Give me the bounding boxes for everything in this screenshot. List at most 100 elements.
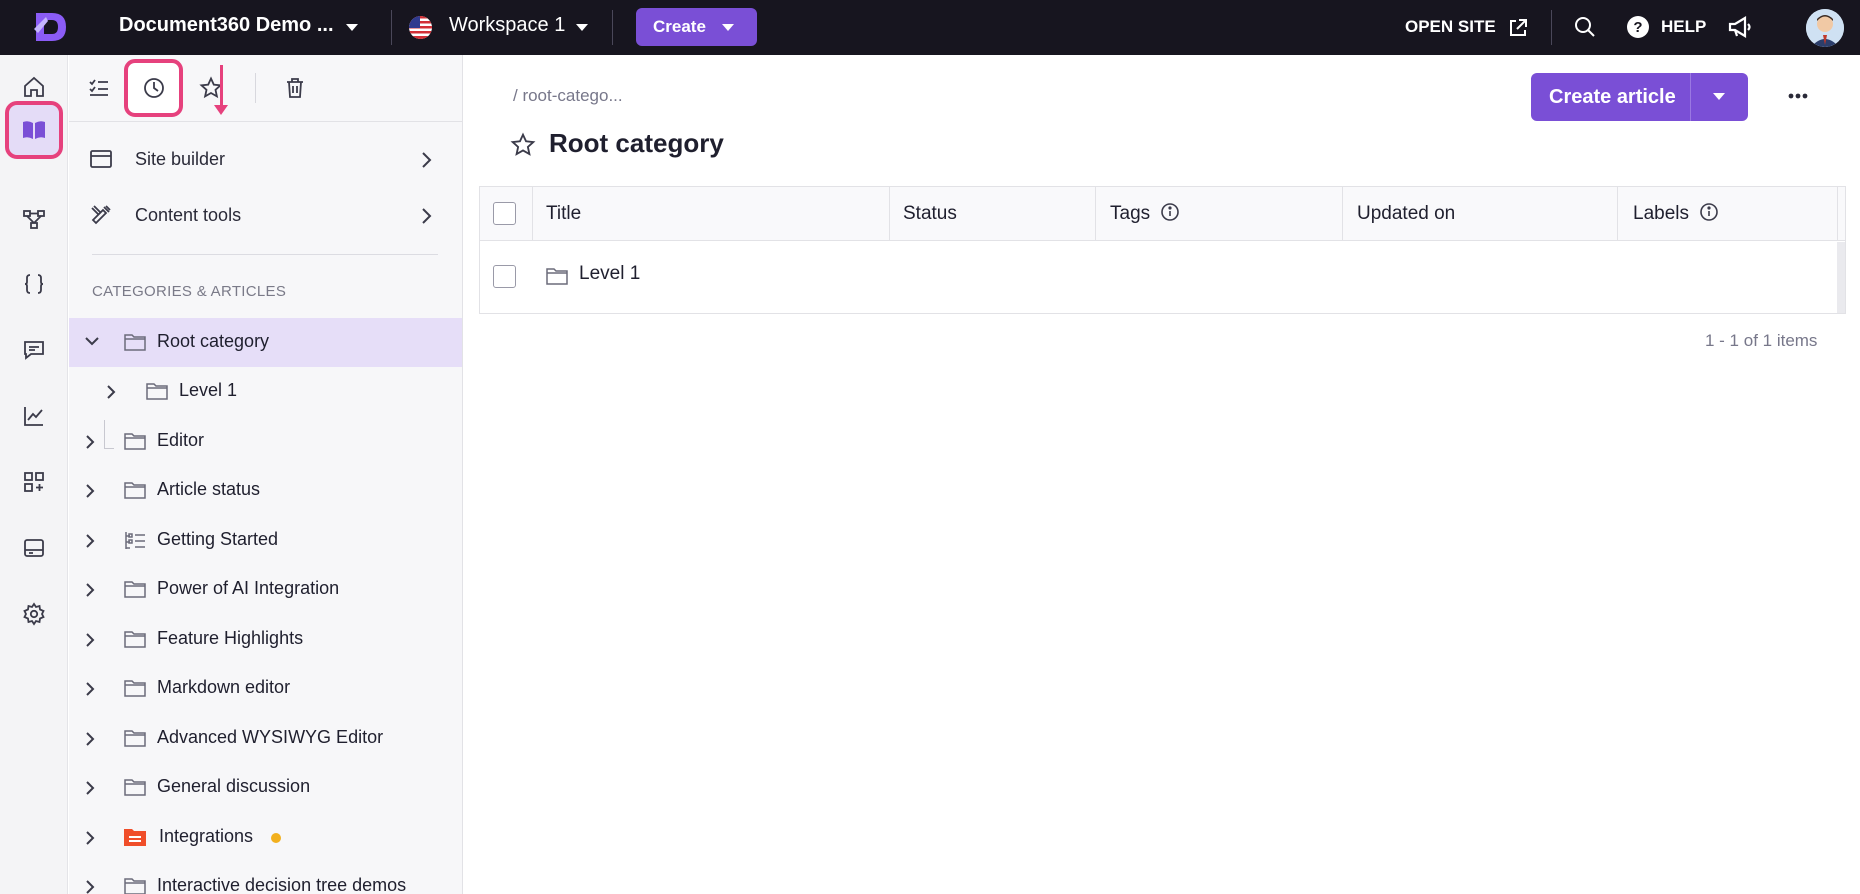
feedback-icon[interactable]: [14, 330, 54, 370]
chevron-right-icon[interactable]: [83, 632, 97, 653]
row-checkbox[interactable]: [493, 265, 516, 288]
select-all-checkbox[interactable]: [493, 202, 516, 225]
chevron-right-icon[interactable]: [104, 384, 118, 405]
create-article-label: Create article: [1549, 86, 1676, 108]
project-name[interactable]: Document360 Demo ...: [119, 14, 334, 37]
chevron-right-icon[interactable]: [83, 780, 97, 801]
create-article-dropdown-caret-icon[interactable]: [1713, 93, 1725, 100]
tree-item[interactable]: Interactive decision tree demos: [69, 862, 462, 894]
folder-icon: [145, 381, 169, 406]
tree-item[interactable]: Getting Started: [69, 516, 462, 565]
chevron-down-icon[interactable]: [83, 334, 101, 353]
annotation-arrow-head: [214, 105, 228, 115]
chevron-right-icon[interactable]: [83, 731, 97, 752]
integrations-icon[interactable]: [14, 462, 54, 502]
chevron-right-icon[interactable]: [83, 830, 97, 851]
tree-label: Interactive decision tree demos: [157, 875, 407, 894]
column-updated-on[interactable]: Updated on: [1343, 187, 1618, 241]
checklist-icon[interactable]: [80, 69, 118, 107]
table-row[interactable]: Level 1: [480, 242, 1845, 314]
tree-item[interactable]: Feature Highlights: [69, 615, 462, 664]
column-title[interactable]: Title: [533, 187, 890, 241]
help-link[interactable]: HELP: [1661, 17, 1706, 37]
help-icon[interactable]: ?: [1626, 15, 1650, 44]
chevron-right-icon[interactable]: [83, 434, 97, 455]
table-header: Title Status Tags Updated on Labels: [480, 187, 1845, 241]
chevron-right-icon[interactable]: [83, 681, 97, 702]
tree-item[interactable]: Advanced WYSIWYG Editor: [69, 714, 462, 763]
tree-label: Advanced WYSIWYG Editor: [157, 727, 384, 747]
button-divider: [1690, 73, 1691, 121]
info-icon[interactable]: [1160, 202, 1180, 227]
info-icon[interactable]: [1699, 202, 1719, 227]
book-icon[interactable]: [5, 101, 63, 159]
tree-item-root-category[interactable]: Root category: [69, 318, 462, 367]
create-dropdown-caret-icon: [721, 23, 734, 31]
project-dropdown-caret-icon[interactable]: [346, 24, 358, 31]
tree-item[interactable]: Integrations: [69, 813, 462, 862]
workspace-selector[interactable]: Workspace 1: [449, 14, 565, 37]
workflow-icon[interactable]: [14, 199, 54, 239]
column-tags[interactable]: Tags: [1096, 187, 1343, 241]
tree-label: Getting Started: [157, 529, 279, 549]
chevron-right-icon[interactable]: [83, 533, 97, 554]
tree-item-level-1[interactable]: Level 1: [69, 367, 462, 416]
more-options-icon[interactable]: [1782, 80, 1814, 112]
chevron-right-icon[interactable]: [83, 879, 97, 894]
tree-label: Root category: [157, 331, 270, 351]
tree-item[interactable]: Article status: [69, 466, 462, 515]
divider: [391, 10, 392, 45]
folder-icon: [545, 266, 569, 291]
chevron-right-icon[interactable]: [83, 582, 97, 603]
svg-text:?: ?: [1633, 19, 1642, 36]
tree-item[interactable]: Markdown editor: [69, 664, 462, 713]
column-labels[interactable]: Labels: [1618, 187, 1838, 241]
categories-sidebar: Site builder Content tools CATEGORIES & …: [69, 55, 463, 894]
menu-content-tools[interactable]: Content tools: [69, 190, 462, 240]
column-label: Labels: [1633, 203, 1689, 224]
home-icon[interactable]: [14, 67, 54, 107]
analytics-icon[interactable]: [14, 396, 54, 436]
menu-site-builder[interactable]: Site builder: [69, 134, 462, 184]
trash-icon[interactable]: [276, 69, 314, 107]
sidebar-divider: [92, 254, 438, 255]
tree-label: Level 1: [179, 380, 238, 400]
document360-logo[interactable]: [30, 7, 70, 47]
create-article-button[interactable]: Create article: [1531, 73, 1748, 121]
star-icon[interactable]: [192, 69, 230, 107]
column-label: Status: [903, 203, 957, 224]
user-avatar[interactable]: [1806, 9, 1844, 47]
column-status[interactable]: Status: [890, 187, 1096, 241]
folder-icon: [123, 480, 147, 505]
workspace-dropdown-caret-icon[interactable]: [576, 24, 588, 31]
settings-icon[interactable]: [14, 594, 54, 634]
us-flag-icon: [409, 16, 432, 39]
tree-label: Integrations: [159, 826, 254, 846]
clock-icon[interactable]: [124, 59, 183, 117]
search-icon[interactable]: [1573, 15, 1597, 44]
external-link-icon[interactable]: [1507, 17, 1529, 44]
top-bar: Document360 Demo ... Workspace 1 Create …: [0, 0, 1860, 55]
divider: [612, 10, 613, 45]
tree-label: Editor: [157, 430, 205, 450]
breadcrumb[interactable]: / root-catego...: [513, 86, 623, 106]
create-button[interactable]: Create: [636, 8, 757, 46]
tree-item[interactable]: Power of AI Integration: [69, 565, 462, 614]
tree-item[interactable]: General discussion: [69, 763, 462, 812]
tree-item[interactable]: Editor: [69, 417, 462, 466]
folder-icon: [123, 728, 147, 753]
content-tools-icon: [89, 203, 113, 232]
page-title: Root category: [549, 128, 724, 158]
row-title[interactable]: Level 1: [579, 263, 640, 285]
pagination-info: 1 - 1 of 1 items: [1705, 331, 1818, 350]
table-scrollbar[interactable]: [1837, 242, 1845, 313]
folder-icon: [123, 678, 147, 703]
megaphone-icon[interactable]: [1727, 15, 1753, 44]
articles-table: Title Status Tags Updated on Labels Leve…: [479, 186, 1846, 314]
widget-icon[interactable]: [14, 528, 54, 568]
chevron-right-icon[interactable]: [83, 483, 97, 504]
open-site-link[interactable]: OPEN SITE: [1405, 17, 1496, 37]
menu-label: Content tools: [135, 204, 242, 225]
code-braces-icon[interactable]: [14, 264, 54, 304]
favorite-star-icon[interactable]: [510, 132, 536, 163]
